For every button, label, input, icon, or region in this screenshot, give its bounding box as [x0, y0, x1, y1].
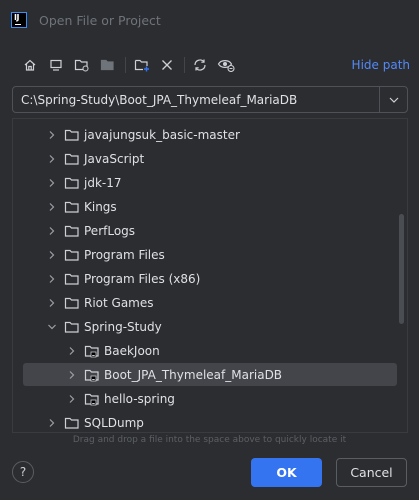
intellij-logo-icon: IJ	[11, 12, 27, 28]
tree-scrollbar[interactable]	[399, 214, 404, 324]
chevron-right-icon[interactable]	[66, 345, 78, 357]
tree-row-label: Kings	[84, 199, 117, 214]
folder-icon	[64, 272, 80, 286]
tree-row-label: Riot Games	[84, 295, 154, 310]
tree-row[interactable]: PerfLogs	[23, 219, 397, 242]
path-dropdown-button[interactable]	[379, 87, 407, 112]
chevron-right-icon[interactable]	[46, 417, 58, 429]
folder-icon	[64, 296, 80, 310]
chevron-right-icon[interactable]	[46, 129, 58, 141]
module-folder-icon[interactable]	[98, 55, 118, 75]
tree-row-label: JavaScript	[84, 151, 145, 166]
folder-icon	[64, 248, 80, 262]
tree-row[interactable]: jdk-17	[23, 171, 397, 194]
folder-icon	[64, 224, 80, 238]
folder-icon	[64, 152, 80, 166]
desktop-icon[interactable]	[46, 55, 66, 75]
project-folder-icon	[84, 344, 100, 358]
chevron-down-icon	[389, 97, 398, 103]
chevron-right-icon[interactable]	[46, 153, 58, 165]
tree-row-label: BaekJoon	[104, 343, 160, 358]
chevron-right-icon[interactable]	[46, 273, 58, 285]
home-icon[interactable]	[20, 55, 40, 75]
project-folder-icon	[84, 368, 100, 382]
toolbar-separator	[125, 57, 126, 73]
chevron-right-icon[interactable]	[46, 177, 58, 189]
file-tree[interactable]: javajungsuk_basic-master JavaScript jdk-17…	[12, 118, 408, 433]
tree-row-label: Spring-Study	[84, 319, 162, 334]
chevron-right-icon[interactable]	[66, 369, 78, 381]
hide-path-link[interactable]: Hide path	[352, 58, 410, 72]
tree-row-label: Boot_JPA_Thymeleaf_MariaDB	[104, 367, 283, 382]
folder-icon	[64, 200, 80, 214]
folder-icon	[64, 176, 80, 190]
tree-row[interactable]: Riot Games	[23, 291, 397, 314]
tree-row-label: javajungsuk_basic-master	[84, 127, 240, 142]
path-combo[interactable]: C:\Spring-Study\Boot_JPA_Thymeleaf_Maria…	[12, 86, 408, 113]
tree-row[interactable]: JavaScript	[23, 147, 397, 170]
folder-icon	[64, 128, 80, 142]
ok-button[interactable]: OK	[251, 458, 322, 487]
tree-row-label: SQLDump	[84, 415, 144, 430]
tree-row-label: PerfLogs	[84, 223, 136, 238]
tree-row[interactable]: Kings	[23, 195, 397, 218]
window-title: Open File or Project	[39, 12, 161, 28]
delete-icon[interactable]	[157, 55, 177, 75]
chevron-down-icon[interactable]	[46, 321, 58, 333]
chevron-right-icon[interactable]	[46, 297, 58, 309]
toolbar-separator	[184, 57, 185, 73]
tree-row[interactable]: BaekJoon	[23, 339, 397, 362]
tree-row-label: Program Files	[84, 247, 165, 262]
show-hidden-icon[interactable]	[216, 55, 236, 75]
tree-row[interactable]: hello-spring	[23, 387, 397, 410]
drag-drop-hint: Drag and drop a file into the space abov…	[72, 435, 347, 445]
project-folder-icon	[84, 392, 100, 406]
new-folder-icon[interactable]	[132, 55, 152, 75]
tree-row-label: hello-spring	[104, 391, 175, 406]
tree-row[interactable]: javajungsuk_basic-master	[23, 123, 397, 146]
path-input[interactable]: C:\Spring-Study\Boot_JPA_Thymeleaf_Maria…	[13, 93, 379, 107]
tree-row-label: jdk-17	[84, 175, 122, 190]
help-button[interactable]: ?	[12, 461, 34, 483]
chevron-right-icon[interactable]	[46, 225, 58, 237]
tree-row[interactable]: Program Files (x86)	[23, 267, 397, 290]
title-bar: IJ Open File or Project	[0, 0, 419, 40]
project-folder-icon[interactable]	[72, 55, 92, 75]
tree-row[interactable]: Spring-Study	[23, 315, 397, 338]
refresh-icon[interactable]	[190, 55, 210, 75]
chevron-right-icon[interactable]	[46, 201, 58, 213]
tree-row[interactable]: SQLDump	[23, 411, 397, 432]
folder-icon	[64, 416, 80, 430]
tree-row[interactable]: Boot_JPA_Thymeleaf_MariaDB	[23, 363, 397, 386]
chevron-right-icon[interactable]	[46, 249, 58, 261]
tree-row[interactable]: Program Files	[23, 243, 397, 266]
folder-icon	[64, 320, 80, 334]
tree-row-label: Program Files (x86)	[84, 271, 201, 286]
toolbar: Hide path	[0, 52, 419, 78]
cancel-button[interactable]: Cancel	[336, 458, 407, 487]
chevron-right-icon[interactable]	[66, 393, 78, 405]
